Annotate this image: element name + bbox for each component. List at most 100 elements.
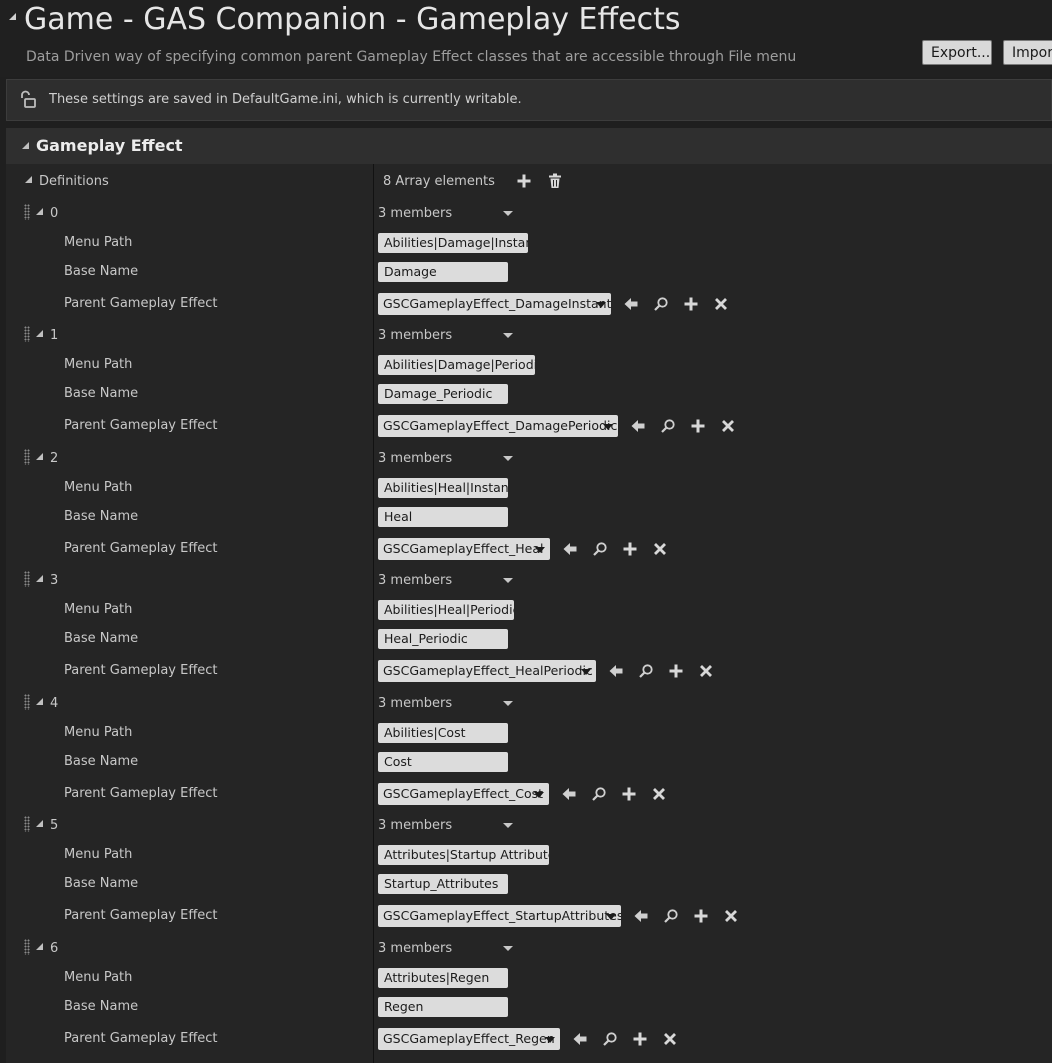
parent-effect-dropdown[interactable]: GSCGameplayEffect_DamageInstant (378, 293, 611, 315)
expand-arrow-icon[interactable] (36, 330, 43, 337)
browse-search-icon[interactable] (660, 418, 676, 434)
config-notice-bar: These settings are saved in DefaultGame.… (6, 79, 1052, 121)
parent-effect-dropdown[interactable]: GSCGameplayEffect_Regen (378, 1028, 560, 1050)
create-new-plus-icon[interactable] (693, 908, 709, 924)
base-name-field[interactable]: Heal (378, 507, 508, 527)
use-selected-arrow-icon[interactable] (633, 908, 649, 924)
expand-arrow-icon[interactable] (22, 142, 29, 149)
drag-handle[interactable] (24, 694, 30, 710)
browse-search-icon[interactable] (653, 296, 669, 312)
details-panel: Gameplay Effect Definitions 8 Array elem… (6, 128, 1052, 1063)
expand-arrow-icon[interactable] (25, 176, 32, 183)
collapse-arrow-icon[interactable] (9, 13, 16, 20)
clear-x-icon[interactable] (713, 296, 729, 312)
menu-path-label: Menu Path (64, 357, 133, 372)
members-summary: 3 members (378, 696, 453, 711)
menu-path-field[interactable]: Abilities|Cost (378, 723, 508, 743)
base-name-field[interactable]: Startup_Attributes (378, 874, 508, 894)
chevron-down-icon[interactable] (503, 333, 513, 338)
parent-effect-label: Parent Gameplay Effect (64, 1031, 218, 1046)
chevron-down-icon[interactable] (503, 211, 513, 216)
parent-effect-dropdown[interactable]: GSCGameplayEffect_HealPeriodic (378, 660, 596, 682)
parent-effect-label: Parent Gameplay Effect (64, 541, 218, 556)
parent-effect-value: GSCGameplayEffect_DamagePeriodic (383, 418, 618, 433)
chevron-down-icon[interactable] (503, 946, 513, 951)
menu-path-field[interactable]: Abilities|Heal|Instant (378, 478, 508, 498)
plus-icon[interactable] (516, 173, 532, 189)
expand-arrow-icon[interactable] (36, 943, 43, 950)
use-selected-arrow-icon[interactable] (623, 296, 639, 312)
export-button[interactable]: Export... (922, 40, 992, 65)
expand-arrow-icon[interactable] (36, 575, 43, 582)
clear-x-icon[interactable] (723, 908, 739, 924)
browse-search-icon[interactable] (602, 1031, 618, 1047)
definitions-label: Definitions (39, 174, 109, 189)
menu-path-field[interactable]: Abilities|Heal|Periodic (378, 600, 514, 620)
clear-x-icon[interactable] (662, 1031, 678, 1047)
create-new-plus-icon[interactable] (632, 1031, 648, 1047)
expand-arrow-icon[interactable] (36, 208, 43, 215)
drag-handle[interactable] (24, 816, 30, 832)
menu-path-field[interactable]: Abilities|Damage|Instant (378, 233, 528, 253)
drag-handle[interactable] (24, 939, 30, 955)
clear-x-icon[interactable] (652, 541, 668, 557)
import-button[interactable]: Import... (1003, 40, 1052, 65)
base-name-field[interactable]: Regen (378, 997, 508, 1017)
parent-effect-dropdown[interactable]: GSCGameplayEffect_Heal (378, 538, 550, 560)
menu-path-field[interactable]: Abilities|Damage|Periodic (378, 355, 535, 375)
browse-search-icon[interactable] (592, 541, 608, 557)
base-name-field[interactable]: Damage (378, 262, 508, 282)
menu-path-label: Menu Path (64, 235, 133, 250)
browse-search-icon[interactable] (663, 908, 679, 924)
dropdown-arrow-icon (606, 914, 616, 920)
parent-effect-value: GSCGameplayEffect_DamageInstant (383, 296, 611, 311)
chevron-down-icon[interactable] (503, 823, 513, 828)
browse-search-icon[interactable] (638, 663, 654, 679)
use-selected-arrow-icon[interactable] (561, 786, 577, 802)
chevron-down-icon[interactable] (503, 578, 513, 583)
members-summary: 3 members (378, 941, 453, 956)
menu-path-label: Menu Path (64, 602, 133, 617)
create-new-plus-icon[interactable] (621, 786, 637, 802)
clear-x-icon[interactable] (720, 418, 736, 434)
clear-x-icon[interactable] (698, 663, 714, 679)
parent-effect-label: Parent Gameplay Effect (64, 296, 218, 311)
drag-handle[interactable] (24, 571, 30, 587)
use-selected-arrow-icon[interactable] (630, 418, 646, 434)
use-selected-arrow-icon[interactable] (572, 1031, 588, 1047)
drag-handle[interactable] (24, 326, 30, 342)
create-new-plus-icon[interactable] (683, 296, 699, 312)
menu-path-field[interactable]: Attributes|Startup Attributes (378, 845, 549, 865)
menu-path-field[interactable]: Attributes|Regen (378, 968, 508, 988)
browse-search-icon[interactable] (591, 786, 607, 802)
menu-path-label: Menu Path (64, 725, 133, 740)
element-index: 1 (50, 328, 59, 343)
category-header[interactable]: Gameplay Effect (6, 128, 1052, 164)
element-index: 6 (50, 941, 59, 956)
create-new-plus-icon[interactable] (622, 541, 638, 557)
array-count: 8 Array elements (383, 174, 495, 189)
clear-x-icon[interactable] (651, 786, 667, 802)
parent-effect-dropdown[interactable]: GSCGameplayEffect_Cost (378, 783, 549, 805)
expand-arrow-icon[interactable] (36, 698, 43, 705)
base-name-field[interactable]: Damage_Periodic (378, 384, 508, 404)
create-new-plus-icon[interactable] (668, 663, 684, 679)
chevron-down-icon[interactable] (503, 456, 513, 461)
create-new-plus-icon[interactable] (690, 418, 706, 434)
use-selected-arrow-icon[interactable] (608, 663, 624, 679)
element-index: 4 (50, 696, 59, 711)
drag-handle[interactable] (24, 204, 30, 220)
parent-effect-dropdown[interactable]: GSCGameplayEffect_StartupAttributes (378, 905, 621, 927)
base-name-field[interactable]: Heal_Periodic (378, 629, 508, 649)
use-selected-arrow-icon[interactable] (562, 541, 578, 557)
chevron-down-icon[interactable] (503, 701, 513, 706)
drag-handle[interactable] (24, 449, 30, 465)
base-name-field[interactable]: Cost (378, 752, 508, 772)
parent-effect-dropdown[interactable]: GSCGameplayEffect_DamagePeriodic (378, 415, 618, 437)
parent-effect-label: Parent Gameplay Effect (64, 908, 218, 923)
trash-icon[interactable] (547, 173, 563, 189)
unlocked-padlock-icon (21, 90, 36, 108)
expand-arrow-icon[interactable] (36, 453, 43, 460)
column-divider[interactable] (373, 128, 374, 1063)
expand-arrow-icon[interactable] (36, 820, 43, 827)
